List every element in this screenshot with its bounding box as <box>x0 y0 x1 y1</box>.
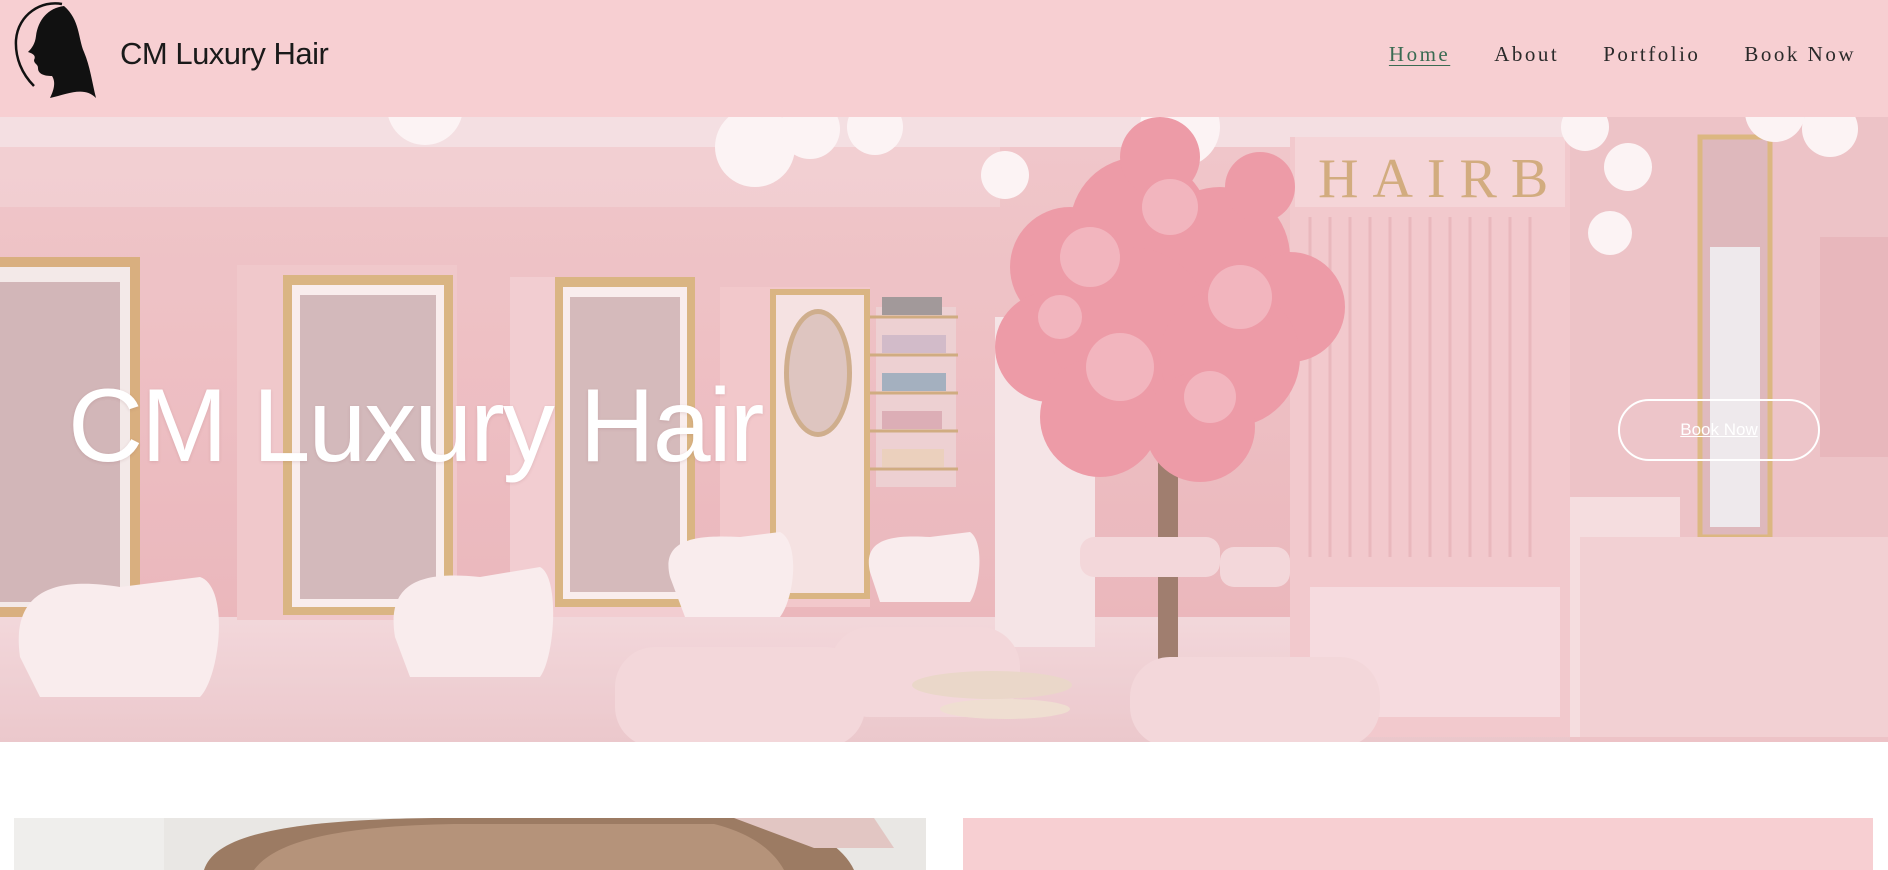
brand-name[interactable]: CM Luxury Hair <box>120 36 329 72</box>
nav-portfolio[interactable]: Portfolio <box>1603 42 1700 67</box>
hero-banner: HAIRB CM Luxury Hair Book Now <box>0 117 1888 742</box>
hero-book-now-button[interactable]: Book Now <box>1618 399 1820 461</box>
main-nav: Home About Portfolio Book Now <box>1389 42 1856 67</box>
info-card <box>963 818 1873 870</box>
hair-photo <box>14 818 926 870</box>
hero-title: CM Luxury Hair <box>68 368 764 484</box>
nav-book-now[interactable]: Book Now <box>1744 42 1856 67</box>
hair-photo-image <box>14 818 926 870</box>
site-header: CM Luxury Hair Home About Portfolio Book… <box>0 0 1888 117</box>
nav-home[interactable]: Home <box>1389 42 1450 67</box>
nav-about[interactable]: About <box>1494 42 1559 67</box>
woman-silhouette-icon[interactable] <box>12 2 102 100</box>
